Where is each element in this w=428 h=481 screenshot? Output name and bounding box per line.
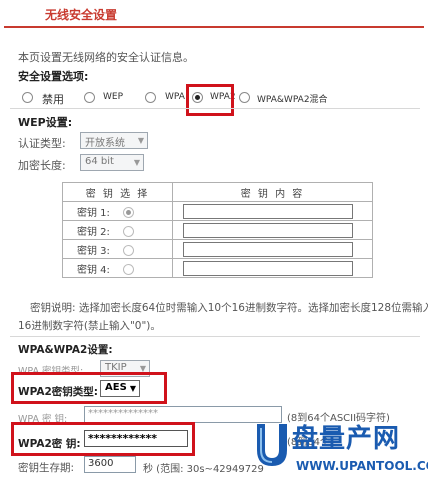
key-label: 密钥 1: [77, 207, 110, 219]
highlight-wpa2-cipher [11, 372, 167, 404]
option-wpa-label: WPA [165, 92, 185, 102]
key4-radio[interactable] [123, 264, 135, 275]
wpa-section-title: WPA&WPA2设置: [18, 344, 113, 356]
auth-type-select[interactable]: 开放系统 ▼ [80, 132, 148, 149]
key-content-cell [172, 258, 373, 278]
key-lifetime-value: 3600 [88, 458, 114, 469]
radio-disable[interactable] [22, 92, 33, 103]
watermark-brand-en: WWW.UPANTOOL.COM [296, 459, 428, 473]
chevron-down-icon: ▼ [133, 158, 140, 167]
key-length-value: 64 bit [85, 156, 114, 167]
key-length-label: 加密长度: [18, 159, 66, 172]
key3-radio[interactable] [123, 245, 135, 256]
key-content-cell [172, 239, 373, 259]
radio-wpa-wpa2-mixed[interactable] [239, 92, 250, 103]
auth-type-value: 开放系统 [85, 138, 125, 149]
chevron-down-icon: ▼ [137, 136, 144, 145]
key1-input[interactable] [183, 203, 353, 219]
key-label: 密钥 2: [77, 226, 110, 238]
radio-wpa[interactable] [145, 92, 156, 103]
wep-section-title: WEP设置: [18, 116, 73, 129]
key-note-line1: 密钥说明: 选择加密长度64位时需输入10个16进制数字符。选择加密长度128位… [30, 302, 428, 314]
key2-input[interactable] [183, 222, 353, 238]
table-row: 密钥 4: [62, 258, 373, 278]
key-note-line2: 16进制数字符(禁止输入"0")。 [18, 320, 161, 332]
key-select-cell: 密钥 3: [62, 239, 173, 259]
highlight-wpa2-option [186, 84, 234, 116]
watermark-brand-cn: 盘量产网 [292, 424, 401, 454]
key-lifetime-label: 密钥生存期: [18, 462, 75, 474]
table-row: 密钥 2: [62, 220, 373, 240]
key-label: 密钥 3: [77, 245, 110, 257]
option-disable-label: 禁用 [42, 93, 64, 106]
page-title: 无线安全设置 [45, 8, 118, 22]
upantool-logo-icon [257, 424, 287, 466]
radio-wep[interactable] [84, 92, 95, 103]
key4-input[interactable] [183, 260, 353, 276]
key-select-cell: 密钥 2: [62, 220, 173, 240]
option-mixed-label: WPA&WPA2混合 [257, 95, 328, 105]
header-key-content: 密 钥 内 容 [172, 182, 373, 202]
separator [10, 108, 420, 109]
separator [10, 336, 420, 337]
title-bar: 无线安全设置 [4, 0, 424, 28]
key1-radio[interactable] [123, 207, 135, 218]
key-length-select[interactable]: 64 bit ▼ [80, 154, 144, 171]
key-select-cell: 密钥 4: [62, 258, 173, 278]
header-key-select: 密 钥 选 择 [62, 182, 173, 202]
intro-text: 本页设置无线网络的安全认证信息。 [18, 51, 194, 64]
key-lifetime-hint: 秒 (范围: 30s~42949729 [143, 464, 264, 475]
key-label: 密钥 4: [77, 264, 110, 276]
table-row: 密钥 1: [62, 201, 373, 221]
key-content-cell [172, 201, 373, 221]
table-row: 密钥 3: [62, 239, 373, 259]
table-header-row: 密 钥 选 择 密 钥 内 容 [62, 182, 373, 202]
key3-input[interactable] [183, 241, 353, 257]
highlight-wpa2-key [11, 422, 195, 456]
key-lifetime-input[interactable]: 3600 [84, 456, 136, 473]
key-content-cell [172, 220, 373, 240]
auth-type-label: 认证类型: [18, 137, 66, 150]
wep-key-table: 密 钥 选 择 密 钥 内 容 密钥 1: 密钥 2: 密钥 3: 密钥 4: [62, 182, 373, 278]
key-select-cell: 密钥 1: [62, 201, 173, 221]
security-options-label: 安全设置选项: [18, 70, 89, 83]
option-wep-label: WEP [103, 92, 124, 102]
wpa-key-value: ************** [88, 408, 158, 419]
key2-radio[interactable] [123, 226, 135, 237]
